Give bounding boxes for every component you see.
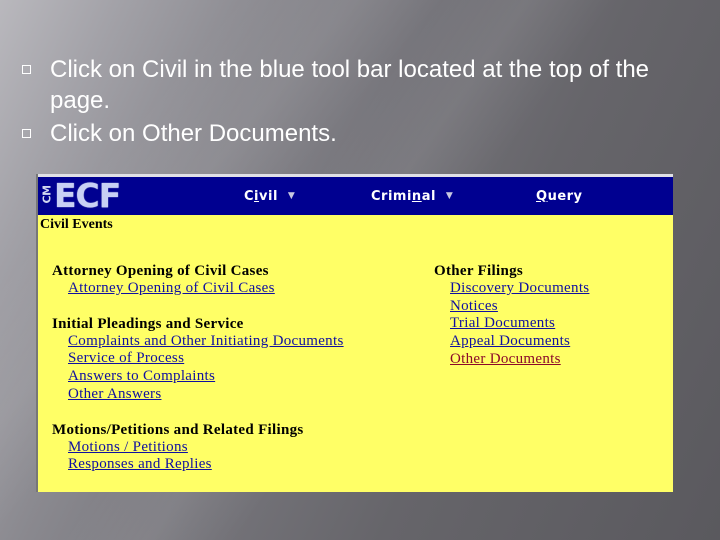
link-answers-to-complaints[interactable]: Answers to Complaints — [68, 368, 344, 386]
link-attorney-opening[interactable]: Attorney Opening of Civil Cases — [68, 280, 344, 298]
menu-criminal[interactable]: Crimi n al ▼ — [371, 177, 453, 215]
group-title: Initial Pleadings and Service — [52, 315, 244, 332]
link-complaints[interactable]: Complaints and Other Initiating Document… — [68, 333, 344, 351]
bullet-text: Click on Civil in the blue tool bar loca… — [50, 56, 650, 114]
dropdown-caret-icon: ▼ — [287, 191, 296, 201]
link-discovery-documents[interactable]: Discovery Documents — [450, 280, 589, 298]
group-title: Attorney Opening of Civil Cases — [52, 263, 269, 279]
menu-query[interactable]: Query — [536, 177, 583, 215]
link-other-documents[interactable]: Other Documents — [450, 351, 589, 369]
square-bullet-icon — [22, 129, 31, 138]
bullet-2: Click on Other Documents. — [20, 118, 680, 149]
link-notices[interactable]: Notices — [450, 298, 589, 316]
link-trial-documents[interactable]: Trial Documents — [450, 315, 589, 333]
link-responses-replies[interactable]: Responses and Replies — [68, 456, 344, 474]
bullet-text: Click on Other Documents. — [50, 120, 337, 147]
menu-civil[interactable]: Ci vil ▼ — [244, 177, 295, 215]
slide-bullets: Click on Civil in the blue tool bar loca… — [20, 54, 680, 149]
square-bullet-icon — [22, 65, 31, 74]
group-motions: Motions/Petitions and Related Filings Mo… — [52, 421, 344, 474]
bullet-1: Click on Civil in the blue tool bar loca… — [20, 54, 680, 116]
link-service-of-process[interactable]: Service of Process — [68, 350, 344, 368]
group-other-filings: Other Filings Discovery Documents Notice… — [434, 262, 589, 369]
dropdown-caret-icon: ▼ — [445, 191, 454, 201]
ecf-screenshot: CM ECF Ci vil ▼ Crimi n al ▼ Query Civil Ev… — [36, 174, 673, 492]
group-title: Other Filings — [434, 263, 524, 279]
ecf-toolbar: CM ECF Ci vil ▼ Crimi n al ▼ Query — [38, 177, 673, 215]
logo-cm: CM — [40, 184, 54, 203]
link-other-answers[interactable]: Other Answers — [68, 386, 344, 404]
left-column: Attorney Opening of Civil Cases Attorney… — [52, 262, 344, 474]
link-appeal-documents[interactable]: Appeal Documents — [450, 333, 589, 351]
logo-ecf: ECF — [54, 176, 121, 215]
section-title: Civil Events — [40, 217, 113, 232]
group-title: Motions/Petitions and Related Filings — [52, 421, 304, 438]
link-motions-petitions[interactable]: Motions / Petitions — [68, 439, 344, 457]
group-attorney-opening: Attorney Opening of Civil Cases Attorney… — [52, 262, 344, 298]
right-column: Other Filings Discovery Documents Notice… — [434, 262, 589, 369]
cmecf-logo: CM ECF — [40, 176, 122, 215]
group-initial-pleadings: Initial Pleadings and Service Complaints… — [52, 315, 344, 404]
